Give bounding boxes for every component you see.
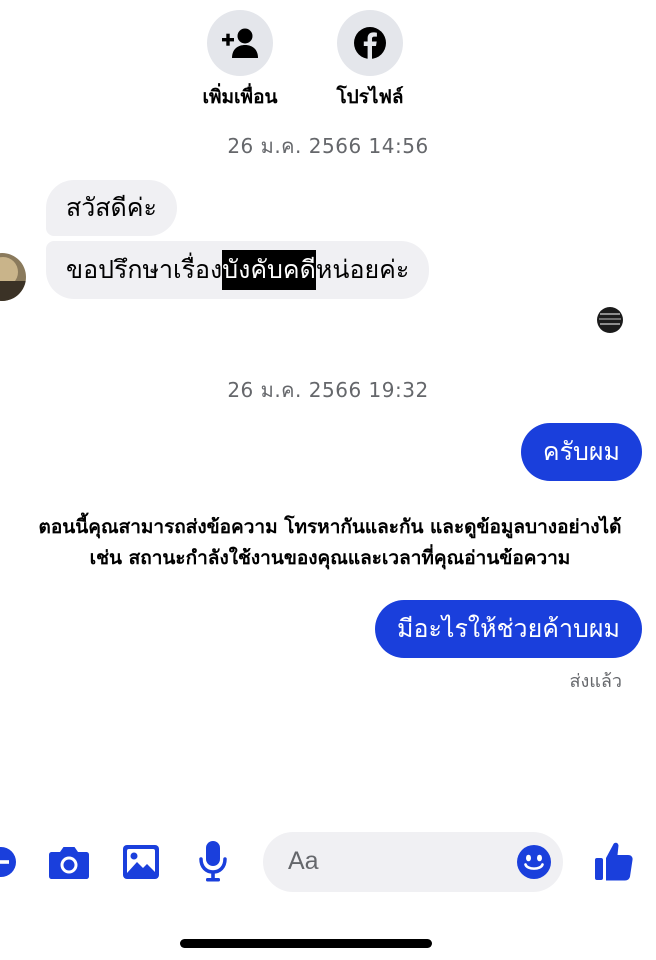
incoming-message[interactable]: สวัสดีค่ะ — [46, 180, 177, 236]
message-text: มีอะไรให้ช่วยค้าบผม — [396, 614, 620, 643]
message-text: ขอปรึกษาเรื่อง — [66, 255, 223, 284]
incoming-message[interactable]: ขอปรึกษาเรื่อง บังคับคดี หน่อยค่ะ — [46, 241, 430, 299]
profile-button[interactable] — [337, 10, 403, 76]
add-friend-icon — [222, 28, 258, 58]
plus-icon — [0, 847, 16, 877]
outgoing-message[interactable]: ครับผม — [520, 423, 642, 481]
profile-label: โปรไฟล์ — [336, 86, 404, 108]
connection-notice-line-2: เช่น สถานะกำลังใช้งานของคุณและเวลาที่คุณ… — [89, 547, 571, 569]
home-indicator — [180, 939, 432, 948]
seen-avatar — [597, 307, 623, 333]
message-text: ครับผม — [542, 437, 620, 466]
gallery-icon — [123, 845, 159, 879]
facebook-icon — [354, 27, 386, 59]
microphone-button[interactable] — [198, 840, 228, 882]
plus-button[interactable] — [0, 846, 16, 878]
sender-avatar[interactable] — [0, 253, 26, 301]
camera-button[interactable] — [48, 843, 90, 881]
like-button[interactable] — [594, 840, 634, 882]
timestamp: 26 ม.ค. 2566 19:32 — [227, 378, 429, 402]
emoji-icon — [517, 845, 551, 879]
highlighted-text: บังคับคดี — [222, 250, 316, 290]
message-text: หน่อยค่ะ — [315, 255, 410, 284]
timestamp: 26 ม.ค. 2566 14:56 — [227, 134, 429, 158]
message-input[interactable]: Aa — [263, 832, 563, 892]
emoji-button[interactable] — [516, 844, 552, 880]
sent-status: ส่งแล้ว — [569, 671, 622, 692]
message-input-placeholder: Aa — [288, 847, 319, 875]
outgoing-message[interactable]: มีอะไรให้ช่วยค้าบผม — [374, 600, 642, 658]
gallery-button[interactable] — [121, 843, 161, 881]
thumbs-up-icon — [595, 842, 633, 881]
connection-notice-line-1: ตอนนี้คุณสามารถส่งข้อความ โทรหากันและกัน… — [38, 516, 622, 538]
microphone-icon — [199, 841, 227, 882]
message-text: สวัสดีค่ะ — [66, 193, 157, 222]
add-friend-label: เพิ่มเพื่อน — [202, 86, 278, 108]
camera-icon — [49, 847, 89, 879]
add-friend-button[interactable] — [207, 10, 273, 76]
